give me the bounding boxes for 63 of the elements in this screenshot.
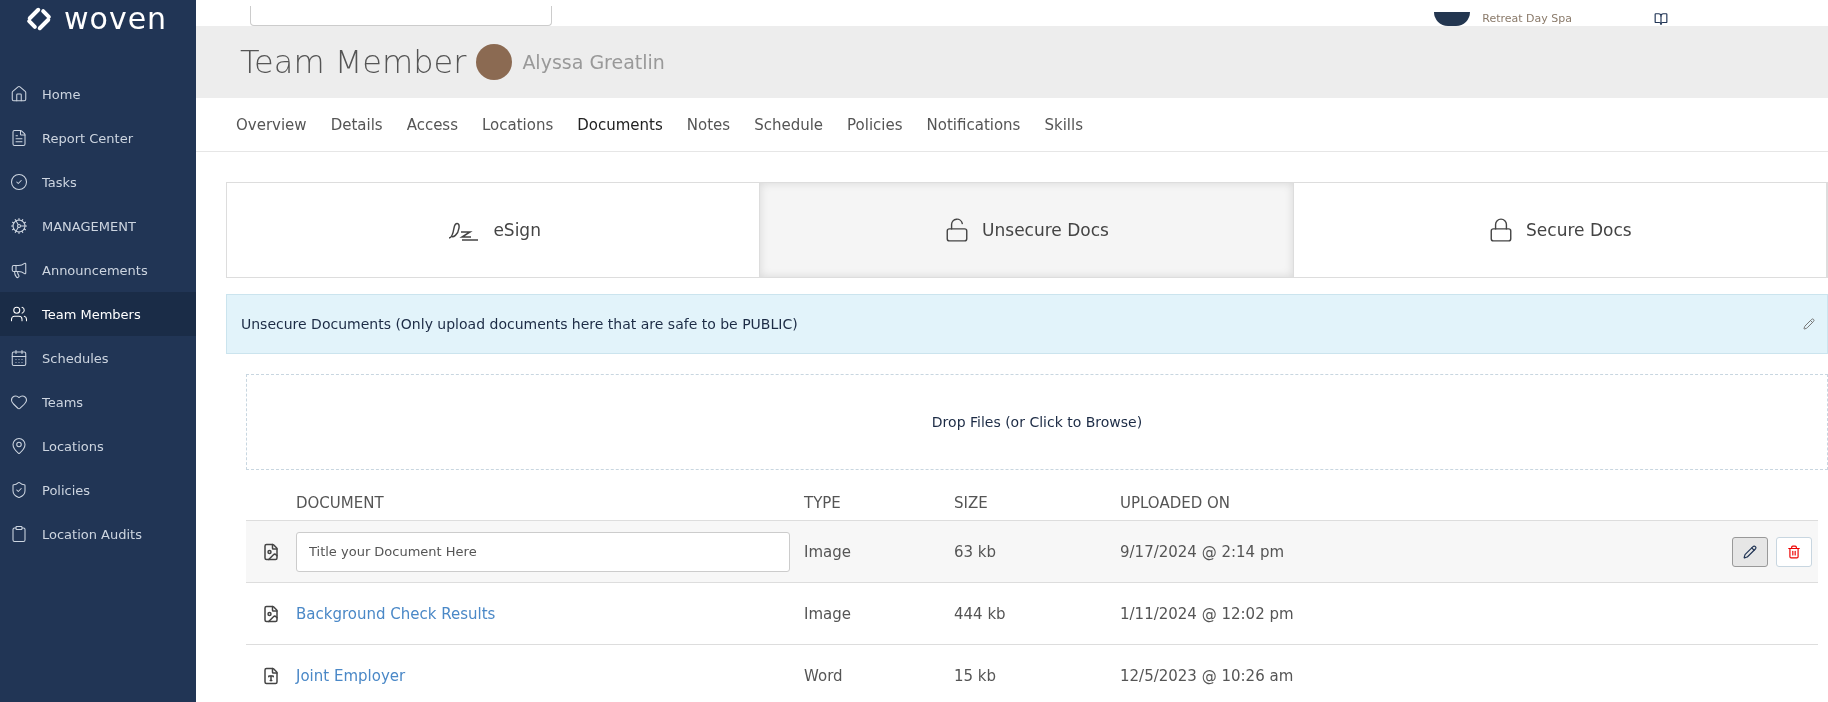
drop-zone[interactable]: Drop Files (or Click to Browse)	[246, 374, 1828, 470]
shield-icon	[10, 481, 28, 499]
document-title-field[interactable]: Title your Document Here	[296, 531, 790, 572]
image-file-icon	[262, 542, 280, 561]
table-cell: 12/5/2023 @ 10:26 am	[1120, 666, 1294, 685]
table-cell: Word	[804, 666, 843, 685]
panel-title: Unsecure Documents (Only upload documents here that are safe to be PUBLIC)	[241, 316, 798, 332]
map-pin-icon	[10, 437, 28, 455]
sidebar-item[interactable]: Report Center	[0, 116, 196, 160]
tab[interactable]: Notifications	[926, 109, 1021, 140]
sidebar-item[interactable]: Policies	[0, 468, 196, 512]
tab[interactable]: Schedule	[754, 109, 824, 140]
document-link[interactable]: Joint Employer	[296, 666, 406, 685]
delete-button[interactable]	[1776, 536, 1812, 567]
edit-button[interactable]	[1732, 536, 1768, 567]
table-cell: 9/17/2024 @ 2:14 pm	[1120, 542, 1285, 561]
trash-icon	[1787, 544, 1801, 559]
sidebar-item[interactable]: Team Members	[0, 292, 196, 336]
page-title: Team Member	[240, 43, 467, 81]
heart-icon	[10, 393, 28, 411]
table-cell: Image	[804, 604, 851, 623]
sidebar-item[interactable]: Announcements	[0, 248, 196, 292]
member-name: Alyssa Greatlin	[522, 51, 665, 73]
edit-icon[interactable]	[1803, 318, 1815, 330]
gear-icon	[10, 217, 28, 235]
location-avatar	[1434, 12, 1471, 26]
sidebar-item[interactable]: Tasks	[0, 160, 196, 204]
image-file-icon	[262, 604, 280, 623]
location-name: Retreat Day Spa	[1482, 12, 1572, 26]
word-file-icon	[262, 666, 280, 685]
sidebar-item[interactable]: Schedules	[0, 336, 196, 380]
home-icon	[10, 85, 28, 103]
people-icon	[10, 305, 28, 323]
pencil-icon	[1743, 544, 1757, 559]
brand-name: woven	[64, 4, 168, 34]
tab[interactable]: Overview	[236, 109, 307, 140]
table-cell: 15 kb	[954, 666, 997, 685]
tab[interactable]: Locations	[482, 109, 554, 140]
tab[interactable]: Details	[330, 109, 383, 140]
tab[interactable]: Access	[406, 109, 458, 140]
tab[interactable]: Skills	[1044, 109, 1083, 140]
tab[interactable]: Documents	[577, 109, 663, 140]
table-cell: 1/11/2024 @ 12:02 pm	[1120, 604, 1294, 623]
document-link[interactable]: Background Check Results	[296, 604, 496, 623]
tab[interactable]: Notes	[686, 109, 731, 140]
member-avatar	[476, 44, 513, 80]
sidebar-item[interactable]: Location Audits	[0, 512, 196, 556]
document-icon	[10, 129, 28, 147]
check-circle-icon	[10, 173, 28, 191]
drop-zone-label: Drop Files (or Click to Browse)	[931, 414, 1143, 430]
table-cell: 444 kb	[954, 604, 1006, 623]
tab[interactable]: Policies	[847, 109, 903, 140]
table-cell: 63 kb	[954, 542, 997, 561]
megaphone-icon	[10, 261, 28, 279]
calendar-icon	[10, 349, 28, 367]
book-icon[interactable]	[1654, 12, 1668, 26]
sidebar-item[interactable]: Locations	[0, 424, 196, 468]
sidebar-item[interactable]: Home	[0, 72, 196, 116]
sidebar-item[interactable]: Teams	[0, 380, 196, 424]
doc-type-tab[interactable]: Unsecure Docs	[760, 183, 1294, 277]
table-cell: Image	[804, 542, 851, 561]
sidebar-item[interactable]: MANAGEMENT	[0, 204, 196, 248]
clipboard-icon	[10, 525, 28, 543]
